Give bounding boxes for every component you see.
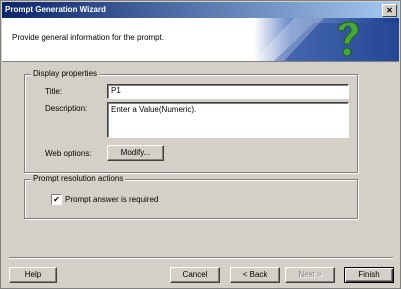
close-button[interactable]: ✕ bbox=[382, 4, 397, 17]
footer-divider bbox=[9, 257, 393, 259]
display-properties-legend: Display properties bbox=[31, 69, 100, 78]
required-checkbox-label[interactable]: Prompt answer is required bbox=[65, 195, 158, 204]
close-icon: ✕ bbox=[386, 6, 393, 15]
title-input[interactable]: P1 bbox=[107, 84, 349, 99]
web-options-label: Web options: bbox=[45, 149, 92, 158]
window-title: Prompt Generation Wizard bbox=[5, 5, 106, 14]
wizard-header: Provide general information for the prom… bbox=[2, 18, 399, 62]
title-label: Title: bbox=[45, 87, 63, 96]
required-checkbox[interactable]: ✔ bbox=[51, 194, 62, 205]
next-button[interactable]: Next > bbox=[285, 267, 335, 283]
prompt-resolution-legend: Prompt resolution actions bbox=[31, 174, 126, 183]
modify-button[interactable]: Modify... bbox=[107, 145, 164, 161]
wizard-window: Prompt Generation Wizard ✕ Provide gener… bbox=[0, 0, 401, 289]
header-subtitle: Provide general information for the prom… bbox=[12, 33, 165, 42]
wizard-question-icon bbox=[254, 18, 399, 61]
cancel-button[interactable]: Cancel bbox=[170, 267, 220, 283]
back-button[interactable]: < Back bbox=[230, 267, 280, 283]
description-textarea[interactable]: Enter a Value(Numeric). bbox=[107, 102, 349, 138]
finish-button[interactable]: Finish bbox=[344, 267, 394, 283]
description-label: Description: bbox=[45, 104, 88, 113]
help-button[interactable]: Help bbox=[9, 267, 57, 283]
title-bar[interactable]: Prompt Generation Wizard ✕ bbox=[2, 2, 399, 18]
